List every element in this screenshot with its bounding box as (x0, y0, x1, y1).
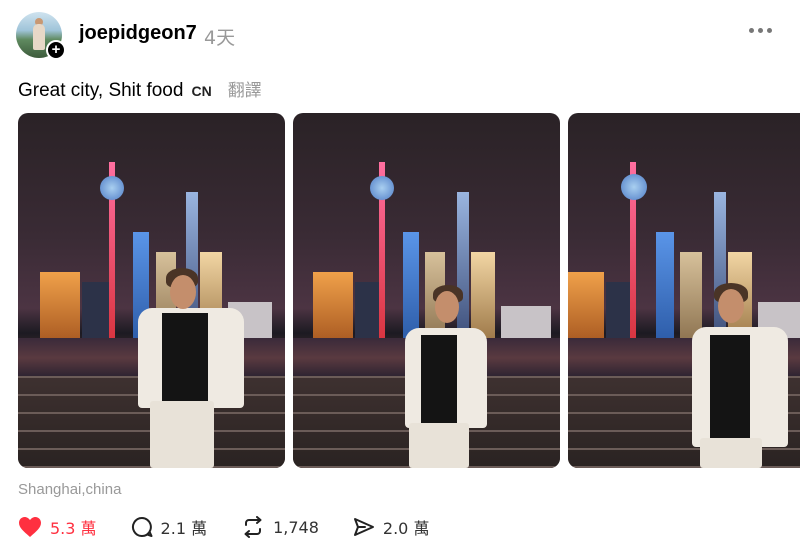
post-caption: Great city, Shit food CN 翻譯 (18, 76, 262, 102)
repost-icon (244, 516, 262, 538)
follow-plus-icon[interactable]: + (46, 40, 66, 60)
location-label[interactable]: Shanghai,china (18, 481, 121, 498)
heart-icon (19, 517, 41, 537)
thread-post: + joepidgeon7 4天 Great city, Shit food C… (0, 0, 800, 552)
share-icon (353, 518, 374, 536)
post-photo-1[interactable] (18, 113, 285, 468)
repost-count: 1,748 (273, 517, 319, 537)
caption-text: Great city, Shit food (18, 80, 184, 101)
like-button[interactable]: 5.3 萬 (18, 515, 97, 539)
share-count: 2.0 萬 (382, 519, 430, 538)
like-count: 5.3 萬 (50, 519, 97, 538)
username[interactable]: joepidgeon7 (79, 22, 197, 45)
reply-button[interactable]: 2.1 萬 (131, 515, 208, 539)
translate-link[interactable]: 翻譯 (228, 76, 262, 101)
avatar[interactable]: + (16, 12, 66, 60)
reply-count: 2.1 萬 (160, 519, 208, 538)
post-photo-2[interactable] (293, 113, 560, 468)
action-bar: 5.3 萬 2.1 萬 1,748 2.0 萬 (18, 515, 463, 539)
more-icon[interactable] (749, 28, 772, 33)
comment-icon (131, 517, 153, 537)
language-badge: CN (191, 83, 212, 99)
post-time: 4天 (204, 27, 236, 49)
share-button[interactable]: 2.0 萬 (353, 515, 430, 539)
post-photo-3[interactable] (568, 113, 800, 468)
repost-button[interactable]: 1,748 (241, 516, 319, 538)
